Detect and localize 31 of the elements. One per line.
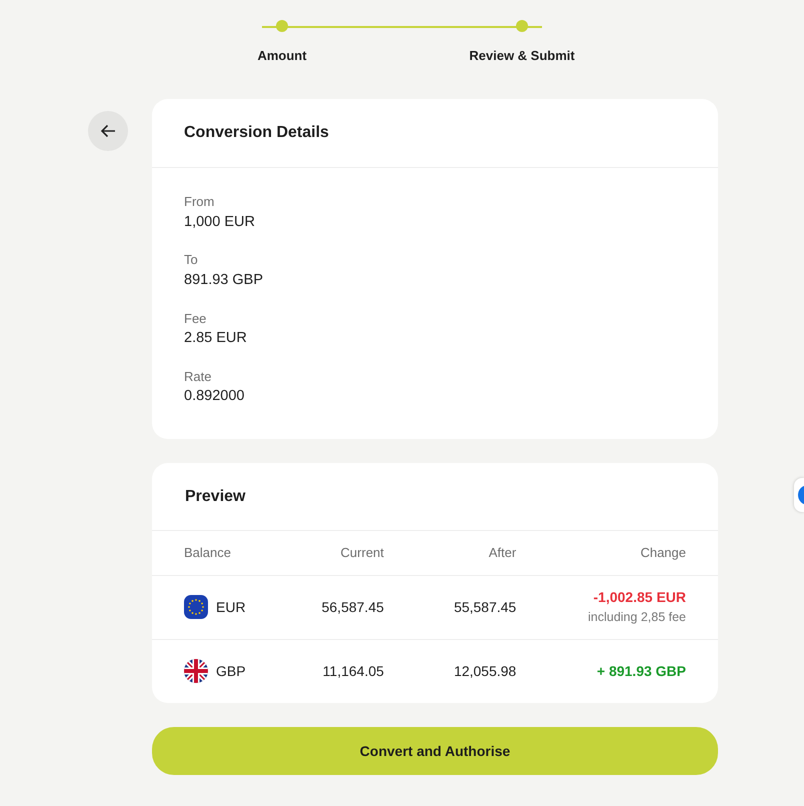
- back-arrow-icon: [100, 124, 116, 138]
- field-value: 2.85 EUR: [184, 329, 248, 348]
- field-label: From: [184, 193, 216, 211]
- back-button[interactable]: [88, 111, 128, 151]
- eu-flag-icon: [184, 595, 208, 619]
- column-header: Balance: [184, 545, 231, 560]
- balance-value: 12,055.98: [454, 662, 516, 679]
- step-label: Amount: [257, 47, 307, 65]
- balance-value: 11,164.05: [322, 662, 384, 679]
- field-label: Rate: [184, 368, 212, 386]
- floating-widget-button[interactable]: [794, 478, 804, 512]
- field-value: 1,000 EUR: [184, 212, 256, 232]
- column-header: After: [488, 545, 516, 560]
- fee-note: including 2,85 fee: [587, 609, 686, 626]
- balance-value: 55,587.45: [454, 598, 516, 614]
- change-amount: + 891.93 GBP: [596, 662, 686, 681]
- column-header: Change: [640, 545, 686, 560]
- field-label: Fee: [184, 310, 208, 328]
- currency-code: GBP: [216, 662, 246, 681]
- card-title: Conversion Details: [184, 124, 329, 141]
- balance-value: 56,587.45: [322, 598, 384, 614]
- step-label: Review & Submit: [469, 47, 575, 65]
- column-header: Current: [340, 545, 384, 560]
- change-amount: -1,002.85 EUR: [592, 588, 686, 608]
- currency-code: EUR: [216, 598, 246, 616]
- card-title: Preview: [185, 488, 246, 505]
- field-label: To: [184, 251, 199, 270]
- field-value: 0.892000: [184, 387, 246, 406]
- field-value: 891.93 GBP: [184, 270, 264, 290]
- uk-flag-icon: [184, 659, 208, 684]
- convert-button[interactable]: Convert and Authorise: [152, 727, 718, 775]
